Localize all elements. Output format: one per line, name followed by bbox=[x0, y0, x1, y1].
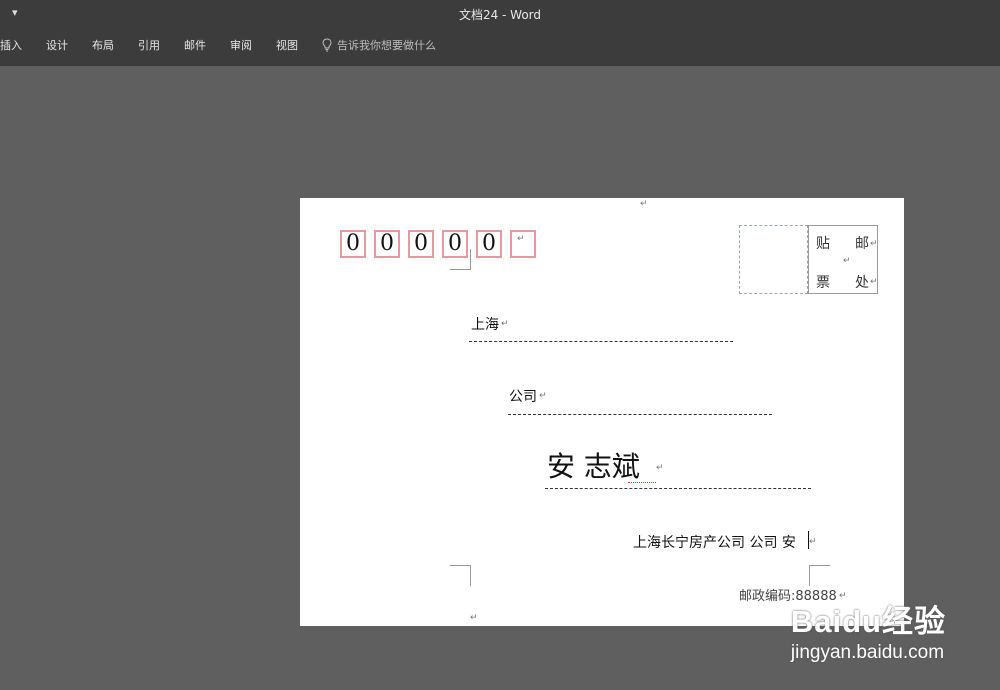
paragraph-mark: ↵ bbox=[870, 239, 878, 249]
window-title: 文档24 - Word bbox=[458, 8, 542, 22]
paragraph-mark: ↵ bbox=[656, 463, 664, 473]
crop-mark-bottom-left bbox=[450, 565, 471, 586]
address-line-1 bbox=[469, 341, 733, 342]
postcode-digit-3[interactable]: 0 bbox=[408, 230, 434, 258]
address-city[interactable]: 上海 bbox=[471, 314, 499, 334]
spellcheck-underline bbox=[628, 479, 656, 483]
tab-mailings[interactable]: 邮件 bbox=[172, 37, 218, 53]
postcode-digit-5[interactable]: 0 bbox=[476, 230, 502, 258]
text-cursor bbox=[808, 531, 809, 549]
stamp-area: 贴 邮 ↵ ↵ 票 处 ↵ bbox=[808, 225, 878, 294]
tab-layout[interactable]: 布局 bbox=[80, 37, 126, 53]
envelope-page[interactable]: ↵ 0 0 0 0 0 ↵ 贴 邮 ↵ ↵ 票 处 ↵ 上海 ↵ 公司 ↵ 安 … bbox=[300, 198, 904, 626]
recipient-name[interactable]: 安 志斌 bbox=[547, 445, 640, 485]
tab-design[interactable]: 设计 bbox=[34, 37, 80, 53]
stamp-char-2: 邮 bbox=[855, 236, 869, 252]
paragraph-mark: ↵ bbox=[640, 199, 648, 209]
stamp-char-3: 票 bbox=[816, 275, 830, 291]
paragraph-mark: ↵ bbox=[870, 277, 878, 287]
lightbulb-icon bbox=[322, 38, 332, 52]
paragraph-mark: ↵ bbox=[843, 256, 851, 266]
ribbon-tabs: 插入 设计 布局 引用 邮件 审阅 视图 告诉我你想要做什么 bbox=[0, 37, 436, 53]
tell-me-label: 告诉我你想要做什么 bbox=[337, 39, 436, 52]
postcode-digit-1[interactable]: 0 bbox=[340, 230, 366, 258]
address-line-3 bbox=[545, 488, 811, 489]
stamp-char-4: 处 bbox=[855, 275, 869, 291]
stamp-char-1: 贴 bbox=[816, 236, 830, 252]
sender-line[interactable]: 上海长宁房产公司 公司 安 bbox=[633, 532, 796, 552]
baidu-watermark: Baidu经验 jingyan.baidu.com bbox=[791, 596, 946, 664]
tab-insert[interactable]: 插入 bbox=[0, 37, 34, 53]
address-line-2 bbox=[508, 414, 772, 415]
watermark-url: jingyan.baidu.com bbox=[790, 642, 945, 663]
crop-mark-top-left bbox=[450, 249, 471, 270]
baidu-logo: Baidu经验 bbox=[790, 604, 946, 639]
address-company[interactable]: 公司 bbox=[509, 386, 537, 406]
tab-references[interactable]: 引用 bbox=[126, 37, 172, 53]
tab-view[interactable]: 视图 bbox=[264, 37, 310, 53]
crop-mark-bottom-right bbox=[809, 565, 830, 586]
paragraph-mark: ↵ bbox=[517, 234, 525, 244]
paragraph-mark: ↵ bbox=[470, 613, 478, 623]
tell-me-search[interactable]: 告诉我你想要做什么 bbox=[310, 37, 436, 53]
paragraph-mark: ↵ bbox=[501, 319, 509, 329]
stamp-placeholder-dashed bbox=[739, 225, 808, 294]
paragraph-mark: ↵ bbox=[539, 391, 547, 401]
tab-review[interactable]: 审阅 bbox=[218, 37, 264, 53]
postcode-digit-2[interactable]: 0 bbox=[374, 230, 400, 258]
title-bar: ▾ 文档24 - Word 插入 设计 布局 引用 邮件 审阅 视图 告诉我你想… bbox=[0, 0, 1000, 66]
paragraph-mark: ↵ bbox=[809, 537, 817, 547]
